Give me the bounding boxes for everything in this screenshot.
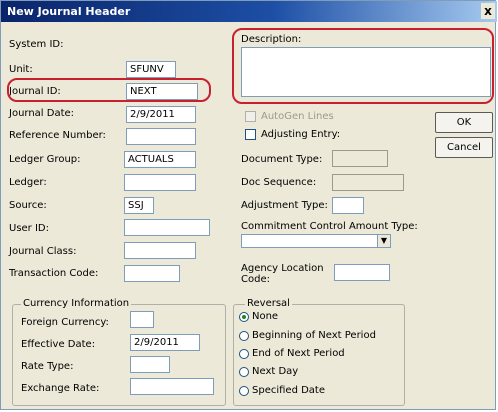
- user-id-field[interactable]: [124, 219, 210, 236]
- reference-number-field[interactable]: [126, 128, 196, 145]
- ledger-group-field[interactable]: ACTUALS: [124, 151, 196, 168]
- source-label: Source:: [9, 200, 47, 211]
- commitment-control-label: Commitment Control Amount Type:: [241, 221, 418, 232]
- document-type-label: Document Type:: [241, 154, 323, 165]
- adjustment-type-label: Adjustment Type:: [241, 200, 328, 211]
- foreign-currency-field[interactable]: [130, 311, 154, 328]
- description-highlight: [232, 28, 494, 104]
- reversal-end-next-period-label: End of Next Period: [252, 348, 345, 359]
- rate-type-field[interactable]: [130, 356, 170, 373]
- dialog-title: New Journal Header: [7, 5, 131, 18]
- rate-type-label: Rate Type:: [21, 361, 74, 372]
- close-icon[interactable]: x: [481, 3, 495, 19]
- user-id-label: User ID:: [9, 223, 49, 234]
- transaction-code-label: Transaction Code:: [9, 268, 99, 279]
- reversal-title: Reversal: [245, 298, 292, 309]
- commitment-control-select[interactable]: ▼: [241, 234, 391, 248]
- reversal-next-day-label: Next Day: [252, 366, 299, 377]
- unit-field[interactable]: SFUNV: [126, 61, 176, 78]
- cancel-button[interactable]: Cancel: [435, 137, 493, 158]
- reference-number-label: Reference Number:: [9, 130, 106, 141]
- unit-label: Unit:: [9, 64, 33, 75]
- reversal-beginning-next-period-radio[interactable]: [239, 331, 249, 341]
- adjusting-entry-label: Adjusting Entry:: [261, 129, 341, 140]
- source-field[interactable]: SSJ: [124, 197, 154, 214]
- exchange-rate-label: Exchange Rate:: [21, 383, 100, 394]
- journal-id-highlight: [7, 78, 211, 102]
- journal-date-label: Journal Date:: [9, 108, 75, 119]
- agency-location-code-field[interactable]: [334, 264, 390, 281]
- system-id-label: System ID:: [9, 39, 64, 50]
- reversal-end-next-period-radio[interactable]: [239, 349, 249, 359]
- journal-class-field[interactable]: [124, 242, 196, 259]
- journal-date-field[interactable]: 2/9/2011: [126, 106, 196, 123]
- reversal-specified-date-radio[interactable]: [239, 386, 249, 396]
- doc-sequence-label: Doc Sequence:: [241, 177, 317, 188]
- chevron-down-icon[interactable]: ▼: [377, 235, 390, 247]
- doc-sequence-field: [332, 174, 404, 191]
- adjustment-type-field[interactable]: [332, 197, 364, 214]
- document-type-field: [332, 150, 388, 167]
- adjusting-entry-checkbox[interactable]: [245, 129, 256, 140]
- ledger-group-label: Ledger Group:: [9, 154, 81, 165]
- journal-class-label: Journal Class:: [9, 246, 77, 257]
- currency-information-title: Currency Information: [21, 298, 132, 309]
- ok-button[interactable]: OK: [435, 112, 493, 133]
- transaction-code-field[interactable]: [124, 265, 180, 282]
- ledger-field[interactable]: [124, 174, 196, 191]
- reversal-next-day-radio[interactable]: [239, 367, 249, 377]
- reversal-beginning-next-period-label: Beginning of Next Period: [252, 330, 376, 341]
- title-bar[interactable]: New Journal Header x: [1, 1, 497, 22]
- autogen-lines-checkbox: [245, 111, 256, 122]
- new-journal-header-dialog: New Journal Header x System ID: Unit: SF…: [0, 0, 497, 410]
- reversal-specified-date-label: Specified Date: [252, 385, 326, 396]
- exchange-rate-field[interactable]: [130, 378, 214, 395]
- effective-date-field[interactable]: 2/9/2011: [130, 334, 200, 351]
- ledger-label: Ledger:: [9, 177, 47, 188]
- reversal-none-radio[interactable]: [239, 312, 249, 322]
- agency-location-label-line2: Code:: [241, 274, 270, 285]
- reversal-none-label: None: [252, 311, 279, 322]
- effective-date-label: Effective Date:: [21, 339, 96, 350]
- autogen-lines-label: AutoGen Lines: [261, 111, 334, 122]
- agency-location-label-line1: Agency Location: [241, 263, 324, 274]
- foreign-currency-label: Foreign Currency:: [21, 317, 109, 328]
